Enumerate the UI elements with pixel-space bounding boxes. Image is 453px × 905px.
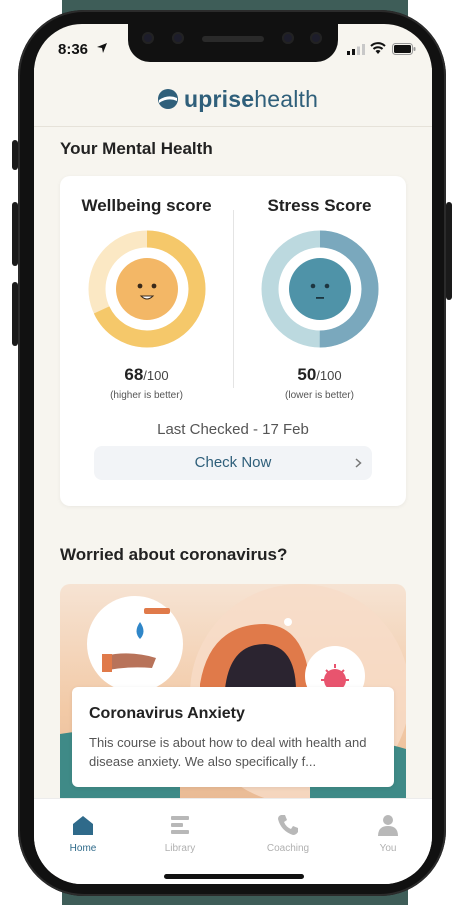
mute-switch <box>12 140 18 170</box>
coronavirus-course-card[interactable]: Coronavirus Anxiety This course is about… <box>60 584 406 810</box>
tab-label-you: You <box>379 843 397 854</box>
tab-label-coaching: Coaching <box>266 843 310 854</box>
wifi-icon <box>370 42 386 54</box>
volume-up-button <box>12 202 18 266</box>
notch <box>128 24 338 62</box>
tab-you[interactable]: You <box>343 813 432 863</box>
app-screen: 8:36 uprisehealth Your Mental Health Wel… <box>34 24 432 884</box>
stress-score-ring <box>261 230 379 348</box>
tab-coaching[interactable]: Coaching <box>243 813 333 863</box>
power-button <box>446 202 452 300</box>
cellular-signal-icon <box>347 44 365 55</box>
face-eye <box>137 283 143 289</box>
phone-icon <box>278 815 298 835</box>
wellbeing-score-title: Wellbeing score <box>81 196 212 215</box>
uprise-logo-icon <box>158 89 178 109</box>
sensor-dot <box>282 32 294 44</box>
chevron-right-icon <box>355 458 362 468</box>
status-time: 8:36 <box>58 41 89 58</box>
face-eye <box>310 283 316 289</box>
earpiece-speaker <box>202 36 264 42</box>
course-title: Coronavirus Anxiety <box>89 705 245 722</box>
wellbeing-score-ring <box>88 230 206 348</box>
stress-score-panel[interactable]: Stress Score 50/100 (lower is better) <box>233 176 406 416</box>
mental-health-card: Wellbeing score 68/100 (higher is better… <box>60 176 406 506</box>
logo-text-light: health <box>254 86 319 112</box>
logo-text-bold: uprise <box>184 86 255 112</box>
stress-score-title: Stress Score <box>267 196 372 215</box>
course-description: This course is about how to deal with he… <box>89 735 367 769</box>
stress-score-value: 50/100 <box>297 365 342 384</box>
battery-icon <box>392 43 416 55</box>
bottom-tab-bar: Home Library Coaching You <box>34 798 432 884</box>
app-header: uprisehealth <box>34 68 432 127</box>
face-eye <box>151 283 157 289</box>
tab-label-home: Home <box>69 843 97 854</box>
stress-score-note: (lower is better) <box>285 390 354 401</box>
tab-label-library: Library <box>164 843 196 854</box>
section-title-mental-health: Your Mental Health <box>60 139 213 158</box>
home-icon <box>73 816 93 835</box>
home-indicator <box>164 874 304 879</box>
location-arrow-icon <box>97 43 107 53</box>
face-eye <box>324 283 330 289</box>
library-icon <box>171 816 189 834</box>
front-camera <box>310 32 322 44</box>
check-now-label: Check Now <box>194 454 272 471</box>
sensor-dot <box>172 32 184 44</box>
tab-home[interactable]: Home <box>38 813 128 863</box>
brand-logo: uprisehealth <box>184 86 318 113</box>
wellbeing-score-value: 68/100 <box>124 365 169 384</box>
section-title-coronavirus: Worried about coronavirus? <box>60 545 288 564</box>
course-info-box: Coronavirus Anxiety This course is about… <box>72 687 394 787</box>
person-icon <box>378 815 398 836</box>
tab-library[interactable]: Library <box>135 813 225 863</box>
wellbeing-score-note: (higher is better) <box>110 390 183 401</box>
check-now-button[interactable]: Check Now <box>94 446 372 480</box>
sensor-dot <box>142 32 154 44</box>
last-checked-text: Last Checked - 17 Feb <box>157 421 309 438</box>
volume-down-button <box>12 282 18 346</box>
wellbeing-score-panel[interactable]: Wellbeing score 68/100 (higher is better… <box>60 176 233 416</box>
